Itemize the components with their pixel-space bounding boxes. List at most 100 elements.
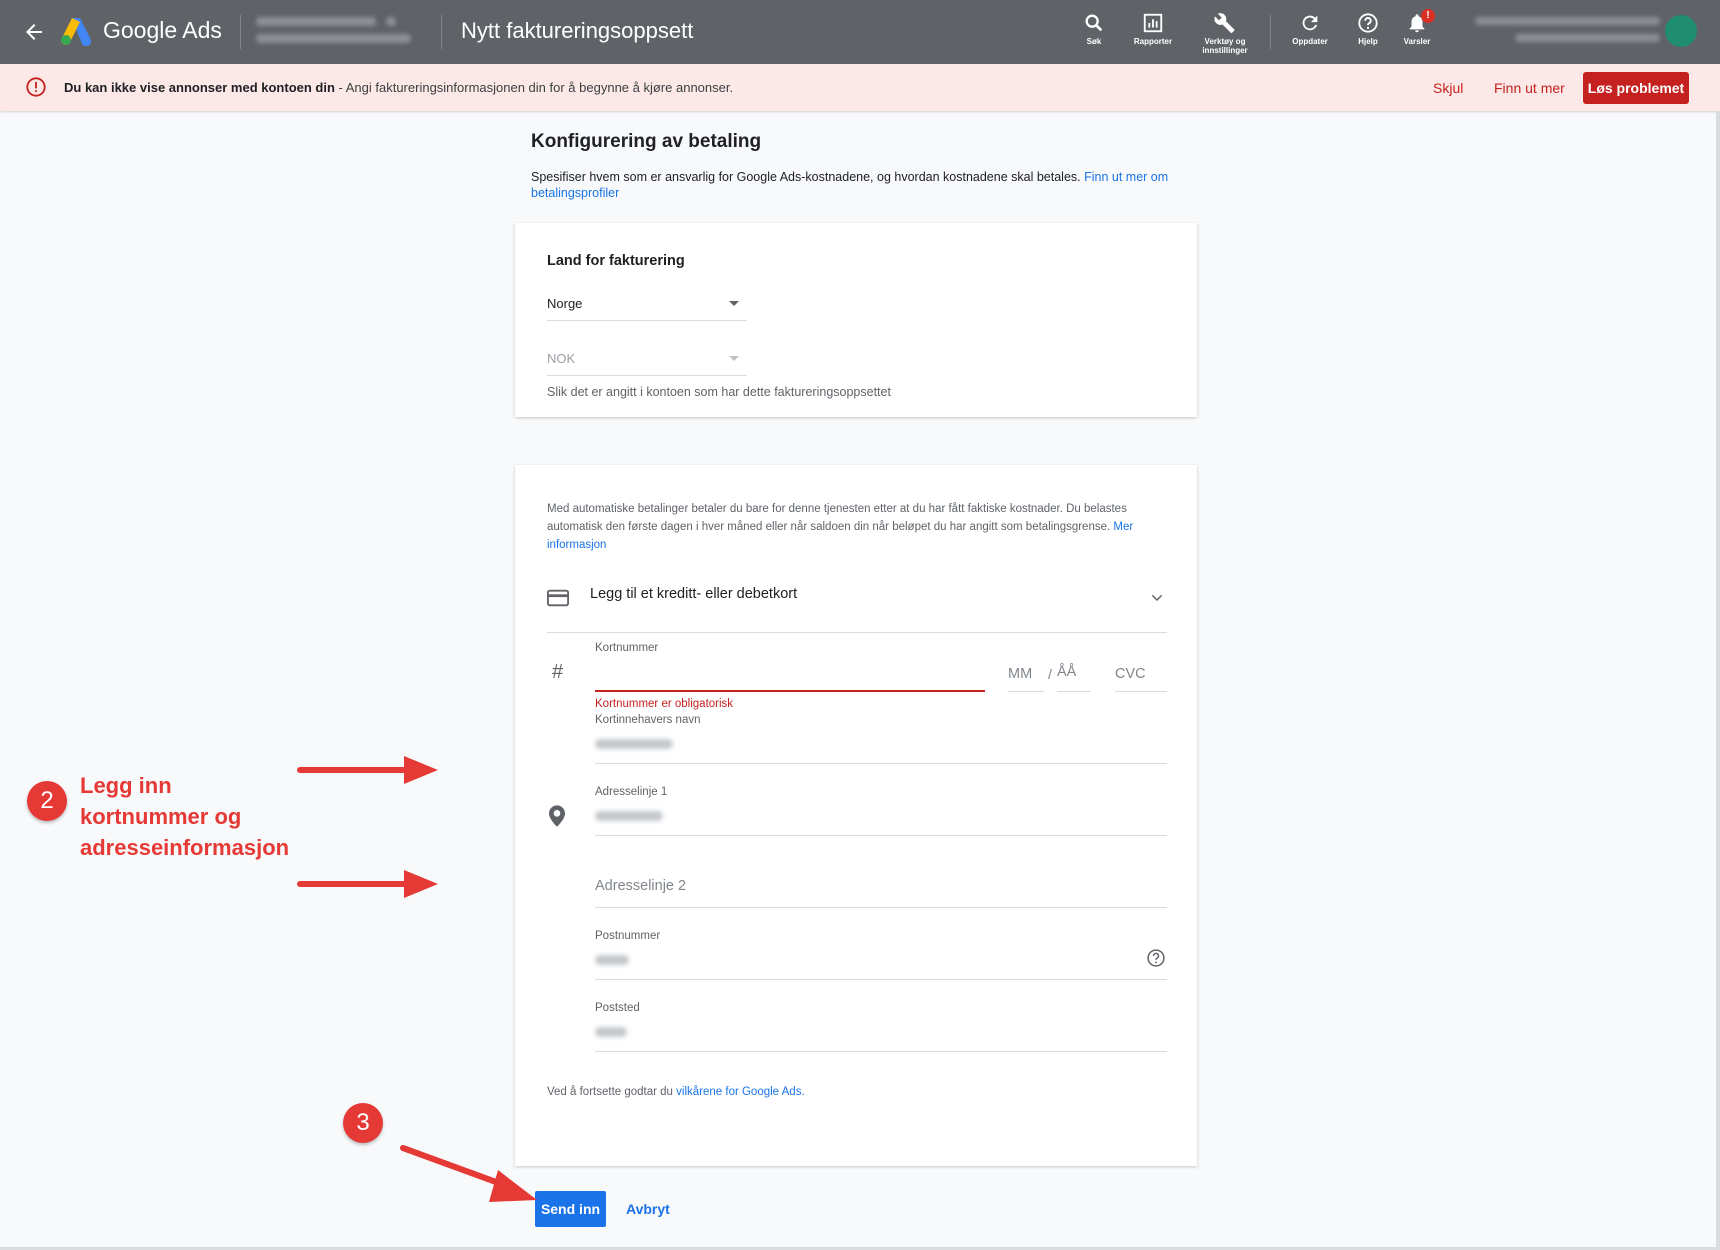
currency-value: NOK — [547, 351, 576, 366]
city-value — [595, 1027, 627, 1037]
postal-code-label: Postnummer — [595, 930, 661, 942]
field-underline — [1115, 691, 1167, 692]
account-selector[interactable] — [256, 14, 426, 48]
section-description-text: Spesifiser hvem som er ansvarlig for Goo… — [531, 170, 1081, 184]
reports-button[interactable]: Rapporter — [1121, 12, 1185, 46]
expiry-month-field[interactable]: MM — [1008, 655, 1044, 692]
cardholder-name-value — [595, 739, 673, 749]
arrow-annotation — [297, 870, 438, 898]
top-app-bar: Google Ads Nytt faktureringsoppsett Søk … — [0, 0, 1720, 64]
tools-settings-button[interactable]: Verktøy og innstillinger — [1193, 12, 1257, 55]
header-divider — [441, 15, 442, 49]
search-button[interactable]: Søk — [1062, 12, 1126, 46]
search-label: Søk — [1086, 37, 1102, 46]
tools-settings-label: Verktøy og innstillinger — [1202, 37, 1248, 55]
learn-more-link[interactable]: Finn ut mer — [1494, 80, 1565, 96]
submit-button[interactable]: Send inn — [535, 1191, 606, 1227]
banner-detail: - Angi faktureringsinformasjonen din for… — [334, 80, 734, 95]
address-line1-field[interactable]: Adresselinje 1 — [595, 786, 1167, 836]
page-title: Nytt faktureringsoppsett — [461, 18, 694, 43]
field-underline — [595, 1051, 1167, 1052]
account-alert-banner: Du kan ikke vise annonser med kontoen di… — [0, 64, 1720, 111]
expiry-year-placeholder: ÅÅ — [1057, 664, 1077, 680]
terms-link[interactable]: vilkårene for Google Ads. — [676, 1086, 805, 1098]
reports-label: Rapporter — [1133, 37, 1173, 46]
notifications-button[interactable]: ! Varsler — [1385, 9, 1449, 46]
notification-badge: ! — [1421, 9, 1435, 23]
dropdown-arrow-icon — [729, 301, 739, 306]
cardholder-name-field[interactable]: Kortinnehavers navn — [595, 714, 1167, 764]
cvc-placeholder: CVC — [1115, 666, 1146, 682]
google-ads-logo-icon — [61, 18, 92, 46]
automatic-payments-info: Med automatiske betalinger betaler du ba… — [547, 500, 1167, 554]
wrench-icon — [1214, 13, 1235, 34]
country-select[interactable]: Norge — [547, 287, 747, 321]
banner-title: Du kan ikke vise annonser med kontoen di… — [64, 80, 335, 95]
payment-method-card: Med automatiske betalinger betaler du ba… — [515, 465, 1197, 1166]
avatar[interactable] — [1665, 15, 1697, 47]
address-line1-label: Adresselinje 1 — [595, 786, 668, 798]
chevron-down-icon — [1151, 594, 1163, 602]
postal-code-value — [595, 955, 629, 965]
field-underline — [1008, 691, 1044, 692]
terms-text: Ved å fortsette godtar du — [547, 1086, 673, 1098]
arrow-annotation — [400, 1145, 537, 1202]
product-name: Google Ads — [103, 17, 222, 43]
field-underline — [595, 979, 1167, 980]
currency-select: NOK — [547, 342, 747, 376]
annotation-line: kortnummer og — [80, 804, 242, 829]
expiry-separator: / — [1048, 666, 1052, 682]
card-number-error: Kortnummer er obligatorisk — [595, 698, 734, 710]
city-label: Poststed — [595, 1002, 640, 1014]
add-card-expander[interactable]: Legg til et kreditt- eller debetkort — [547, 581, 1167, 633]
field-underline — [595, 835, 1167, 836]
cvc-field[interactable]: CVC — [1115, 655, 1167, 692]
fix-problem-button[interactable]: Løs problemet — [1583, 72, 1689, 104]
step-3-badge: 3 — [343, 1103, 383, 1143]
field-underline — [595, 690, 985, 692]
country-value: Norge — [547, 296, 583, 311]
billing-country-heading: Land for fakturering — [547, 253, 685, 269]
cardholder-name-label: Kortinnehavers navn — [595, 714, 701, 726]
section-title: Konfigurering av betaling — [531, 131, 762, 152]
step-2-badge: 2 — [27, 781, 67, 821]
currency-hint: Slik det er angitt i kontoen som har det… — [547, 385, 891, 399]
expiry-year-field[interactable]: ÅÅ — [1057, 655, 1091, 692]
billing-country-card: Land for fakturering Norge NOK Slik det … — [515, 223, 1197, 417]
arrow-annotation — [297, 756, 438, 784]
postal-code-field[interactable]: Postnummer — [595, 930, 1167, 980]
refresh-label: Oppdater — [1292, 37, 1328, 46]
help-icon — [1358, 13, 1378, 33]
address-line2-placeholder: Adresselinje 2 — [595, 878, 687, 894]
location-pin-icon — [549, 805, 565, 827]
back-arrow-icon[interactable] — [22, 20, 46, 44]
dropdown-arrow-icon — [729, 356, 739, 361]
address-line2-field[interactable]: Adresselinje 2 — [595, 858, 1167, 908]
error-icon — [26, 77, 46, 97]
annotation-line: Legg inn — [80, 773, 172, 798]
card-number-label: Kortnummer — [595, 642, 659, 654]
annotation-line: adresseinformasjon — [80, 835, 290, 860]
credit-card-icon — [547, 589, 569, 607]
address-line1-value — [595, 811, 663, 821]
header-divider — [240, 15, 241, 49]
hide-banner-link[interactable]: Skjul — [1433, 80, 1463, 96]
add-card-label: Legg til et kreditt- eller debetkort — [590, 586, 798, 602]
reports-icon — [1143, 13, 1163, 33]
refresh-icon — [1302, 15, 1318, 31]
help-circle-icon[interactable] — [1146, 948, 1166, 968]
hash-icon: # — [552, 661, 564, 683]
notifications-label: Varsler — [1403, 37, 1431, 46]
card-number-field[interactable]: Kortnummer — [595, 642, 985, 692]
header-divider — [1270, 15, 1271, 49]
city-field[interactable]: Poststed — [595, 1002, 1167, 1052]
section-description: Spesifiser hvem som er ansvarlig for Goo… — [531, 169, 1171, 201]
cancel-button[interactable]: Avbryt — [626, 1201, 670, 1217]
refresh-button[interactable]: Oppdater — [1278, 12, 1342, 46]
user-account-info[interactable] — [1470, 14, 1660, 50]
automatic-payments-text: Med automatiske betalinger betaler du ba… — [547, 503, 1127, 533]
terms-notice: Ved å fortsette godtar du vilkårene for … — [547, 1086, 805, 1098]
search-icon — [1085, 14, 1103, 32]
scrollbar-track[interactable] — [1716, 111, 1720, 1250]
field-underline — [595, 763, 1167, 764]
